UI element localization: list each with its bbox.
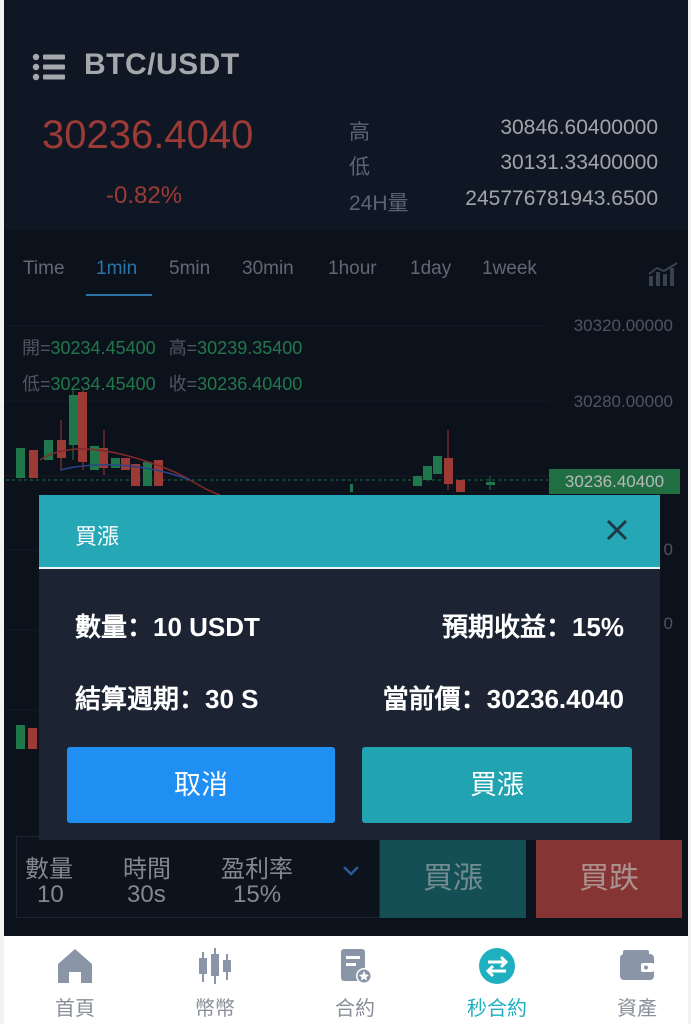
expected-return-text: 預期收益：15% bbox=[441, 612, 624, 642]
swap-icon bbox=[479, 948, 515, 984]
wallet-icon bbox=[620, 950, 654, 980]
nav-label: 合約 bbox=[335, 998, 375, 1020]
nav-label: 秒合約 bbox=[467, 998, 527, 1020]
nav-home[interactable]: 首頁 bbox=[6, 936, 144, 1024]
nav-label: 幣幣 bbox=[195, 998, 235, 1020]
nav-contract[interactable]: 合約 bbox=[286, 936, 424, 1024]
confirm-buy-up-button[interactable]: 買漲 bbox=[362, 747, 632, 823]
confirm-order-dialog: 買漲 數量：10 USDT 預期收益：15% 結算週期：30 S 當前價：302… bbox=[39, 495, 660, 840]
nav-assets[interactable]: 資產 bbox=[568, 936, 691, 1024]
nav-label: 資產 bbox=[617, 998, 657, 1020]
left-edge bbox=[0, 0, 4, 1024]
bottom-nav: 首頁 幣幣 合約 秒合約 資產 bbox=[0, 936, 691, 1024]
settlement-period-text: 結算週期：30 S bbox=[75, 684, 259, 714]
cancel-button[interactable]: 取消 bbox=[67, 747, 335, 823]
contract-document-icon bbox=[341, 949, 372, 984]
quantity-text: 數量：10 USDT bbox=[75, 612, 260, 642]
dialog-title: 買漲 bbox=[75, 524, 120, 549]
dialog-header: 買漲 bbox=[39, 495, 660, 569]
nav-label: 首頁 bbox=[55, 998, 95, 1020]
close-icon[interactable] bbox=[604, 517, 630, 543]
nav-spot[interactable]: 幣幣 bbox=[146, 936, 284, 1024]
candlestick-icon bbox=[199, 948, 231, 984]
home-icon bbox=[58, 949, 92, 983]
current-price-text: 當前價：30236.4040 bbox=[382, 684, 624, 714]
nav-second-contract[interactable]: 秒合約 bbox=[428, 936, 566, 1024]
